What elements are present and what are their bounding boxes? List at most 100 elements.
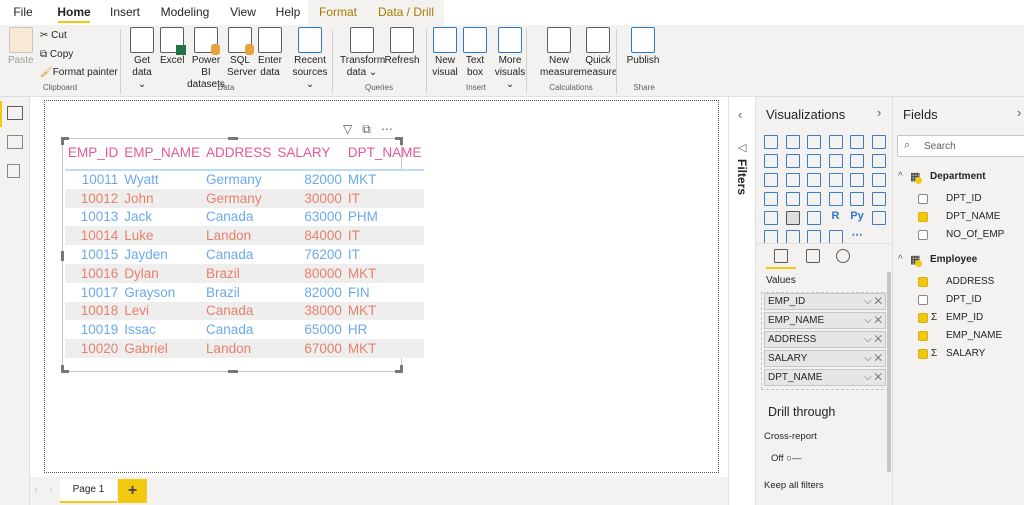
decomposition-tree-icon[interactable] xyxy=(764,230,778,244)
scatter-icon[interactable] xyxy=(807,173,821,187)
format-painter-button[interactable]: 🖌Format painter xyxy=(40,67,118,78)
collapse-table-icon[interactable]: ^ xyxy=(898,171,903,182)
stacked-column-icon[interactable] xyxy=(785,135,800,149)
100-bar-icon[interactable] xyxy=(850,135,864,149)
scroll-right-icon[interactable]: › xyxy=(49,484,53,496)
database-button[interactable]: Get data ⌄ xyxy=(128,27,156,91)
field-checkbox[interactable] xyxy=(918,349,928,360)
column-header-emp-name[interactable]: EMP_NAME xyxy=(121,143,204,171)
power-apps-icon[interactable] xyxy=(828,230,843,244)
tab-view[interactable]: View xyxy=(224,0,262,25)
tab-data-drill[interactable]: Data / Drill xyxy=(368,0,444,25)
multi-row-card-icon[interactable] xyxy=(850,192,864,206)
more-visuals-button[interactable]: More visuals ⌄ xyxy=(490,27,530,91)
fields-search-input[interactable]: ⌕ Search xyxy=(897,135,1024,157)
line-clustered-column-icon[interactable] xyxy=(850,154,864,168)
stacked-bar-icon[interactable] xyxy=(764,135,778,149)
treemap-icon[interactable] xyxy=(871,173,886,187)
excel-button[interactable]: Excel xyxy=(160,27,186,67)
column-header-emp-id[interactable]: EMP_ID xyxy=(65,143,122,171)
more-icon[interactable]: ⋯ xyxy=(850,230,864,244)
field-checkbox[interactable] xyxy=(918,230,928,241)
sql-server-button[interactable]: SQL Server xyxy=(227,27,256,79)
filled-map-icon[interactable] xyxy=(785,192,800,206)
key-influencers-icon[interactable] xyxy=(871,211,886,225)
tab-insert[interactable]: Insert xyxy=(100,0,150,25)
report-view-icon[interactable] xyxy=(7,106,23,120)
format-paint-roller-icon[interactable] xyxy=(806,249,820,263)
tab-help[interactable]: Help xyxy=(268,0,308,25)
text-box-button[interactable]: Text box xyxy=(462,27,488,79)
clustered-bar-icon[interactable] xyxy=(807,135,821,149)
pie-icon[interactable] xyxy=(828,173,843,187)
calculator-button[interactable]: New measure xyxy=(540,27,579,79)
well-chevron-remove-icon[interactable]: ⌵ ✕ xyxy=(864,313,882,328)
refresh-button[interactable]: Refresh xyxy=(384,27,420,67)
paste-button[interactable]: Paste xyxy=(8,27,34,67)
python-visual-icon[interactable]: Py xyxy=(850,211,864,225)
100-column-icon[interactable] xyxy=(871,135,886,149)
resize-handle[interactable] xyxy=(395,365,403,373)
copy-button[interactable]: ⧉ Copy xyxy=(40,49,73,60)
transform-button[interactable]: Transform data ⌄ xyxy=(340,27,385,79)
field-dpt-id[interactable]: DPT_ID xyxy=(946,294,982,305)
well-chevron-remove-icon[interactable]: ⌵ ✕ xyxy=(864,370,882,385)
table-visual-icon[interactable] xyxy=(785,211,800,225)
field-checkbox[interactable] xyxy=(918,313,928,323)
field-checkbox[interactable] xyxy=(918,294,928,305)
quick-measure-button[interactable]: Quick measure xyxy=(578,27,618,79)
donut-icon[interactable] xyxy=(850,173,864,187)
value-well-emp-name[interactable]: EMP_NAME ⌵ ✕ xyxy=(764,312,886,329)
field-emp-name[interactable]: EMP_NAME xyxy=(946,330,1002,341)
scrollbar[interactable] xyxy=(887,272,891,472)
field-dpt-id[interactable]: DPT_ID xyxy=(946,193,982,204)
ribbon-chart-icon[interactable] xyxy=(871,154,886,168)
cross-report-toggle[interactable]: Off ○— xyxy=(771,453,801,464)
page-tab-1[interactable]: Page 1 xyxy=(60,479,117,503)
collapse-fields-icon[interactable]: › xyxy=(1017,105,1021,120)
field-address[interactable]: ADDRESS xyxy=(946,276,994,287)
collapse-table-icon[interactable]: ^ xyxy=(898,254,903,265)
waterfall-icon[interactable] xyxy=(764,173,778,187)
model-view-icon[interactable] xyxy=(7,164,20,178)
clustered-column-icon[interactable] xyxy=(828,135,843,149)
map-icon[interactable] xyxy=(764,192,778,206)
qa-icon[interactable] xyxy=(785,230,800,244)
column-header-salary[interactable]: SALARY xyxy=(274,143,345,171)
well-chevron-remove-icon[interactable]: ⌵ ✕ xyxy=(864,294,882,309)
field-no-of-emp[interactable]: NO_Of_EMP xyxy=(946,229,1004,240)
tab-modeling[interactable]: Modeling xyxy=(152,0,218,25)
field-salary[interactable]: SALARY xyxy=(946,348,985,359)
field-checkbox[interactable] xyxy=(918,194,928,204)
field-checkbox[interactable] xyxy=(918,331,928,342)
resize-handle[interactable] xyxy=(228,137,238,140)
filters-pane-collapsed[interactable]: ‹ ◁ Filters xyxy=(728,97,755,505)
filter-icon[interactable]: ▽ xyxy=(343,122,362,136)
card-icon[interactable] xyxy=(828,192,843,206)
funnel-icon[interactable] xyxy=(785,173,800,187)
slicer-icon[interactable] xyxy=(764,211,778,225)
field-dpt-name[interactable]: DPT_NAME xyxy=(946,211,1000,222)
table-name-department[interactable]: Department xyxy=(930,171,986,182)
paginated-report-icon[interactable] xyxy=(807,230,821,244)
tab-format[interactable]: Format xyxy=(308,0,368,25)
resize-handle[interactable] xyxy=(61,365,69,373)
value-well-address[interactable]: ADDRESS ⌵ ✕ xyxy=(764,331,886,348)
matrix-icon[interactable] xyxy=(807,211,821,225)
expand-filters-icon[interactable]: ‹ xyxy=(738,107,742,122)
field-emp-id[interactable]: EMP_ID xyxy=(946,312,983,323)
table-button[interactable]: Enter data xyxy=(257,27,283,79)
field-checkbox[interactable] xyxy=(918,212,928,223)
add-page-button[interactable]: + xyxy=(118,479,147,503)
tab-file[interactable]: File xyxy=(0,0,46,25)
line-chart-icon[interactable] xyxy=(764,154,778,168)
dataset-button[interactable]: Power BI datasets xyxy=(186,27,226,91)
more-options-icon[interactable]: ⋯ xyxy=(381,122,403,136)
analytics-icon[interactable] xyxy=(836,249,850,263)
well-chevron-remove-icon[interactable]: ⌵ ✕ xyxy=(864,351,882,366)
area-chart-icon[interactable] xyxy=(785,154,800,168)
new-visual-button[interactable]: New visual xyxy=(430,27,460,79)
value-well-emp-id[interactable]: EMP_ID ⌵ ✕ xyxy=(764,293,886,310)
column-header-address[interactable]: ADDRESS xyxy=(203,143,275,171)
collapse-visualizations-icon[interactable]: › xyxy=(877,105,881,120)
